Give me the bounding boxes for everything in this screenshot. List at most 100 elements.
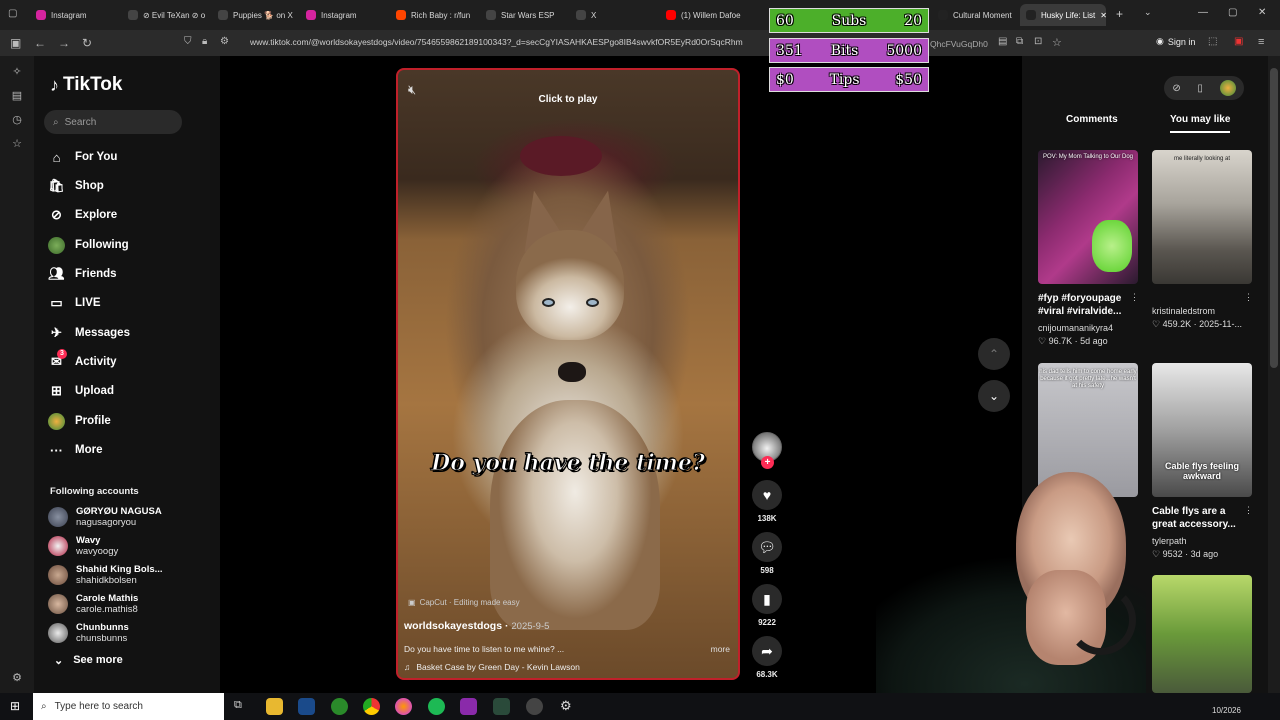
xbox-icon[interactable] bbox=[331, 698, 348, 715]
sidebar-toggle-icon[interactable]: ▣ bbox=[10, 36, 21, 50]
video-thumbnail[interactable]: me literally looking at bbox=[1152, 150, 1252, 284]
nav-messages[interactable]: ✈︎ Messages bbox=[48, 321, 130, 345]
shield-icon[interactable]: ⛉ bbox=[184, 36, 192, 47]
see-more-button[interactable]: ⌄ See more bbox=[54, 654, 123, 667]
following-account[interactable]: Chunbunns chunsbunns bbox=[48, 622, 129, 644]
follow-plus-button[interactable]: + bbox=[761, 456, 774, 469]
tab-comments[interactable]: Comments bbox=[1066, 114, 1118, 125]
task-view-icon[interactable]: ⧉ bbox=[234, 699, 242, 712]
next-video-button[interactable]: ⌄ bbox=[978, 380, 1010, 412]
video-title[interactable]: Cable flys are a great accessory... bbox=[1152, 505, 1246, 531]
share-icon[interactable]: ➦ bbox=[752, 636, 782, 666]
browser-tab[interactable]: X bbox=[570, 4, 658, 26]
video-thumbnail[interactable]: POV: My Mom Talking to Our Dog bbox=[1038, 150, 1138, 284]
comment-action[interactable]: 💬︎ 598 bbox=[752, 532, 782, 575]
terminal-icon[interactable] bbox=[493, 698, 510, 715]
video-user[interactable]: kristinaledstrom bbox=[1152, 306, 1215, 316]
browser-tab[interactable]: Rich Baby : r/fun bbox=[390, 4, 478, 26]
browser-tab[interactable]: Puppies 🐕 on X bbox=[212, 4, 300, 26]
settings-gear-icon[interactable]: ⚙ bbox=[560, 698, 572, 714]
steam-icon[interactable] bbox=[298, 698, 315, 715]
kebab-menu-icon[interactable]: ⋮ bbox=[1244, 505, 1253, 516]
share-action[interactable]: ➦ 68.3K bbox=[752, 636, 782, 679]
lock-icon[interactable]: 🔒︎ bbox=[202, 36, 207, 47]
chrome-icon[interactable] bbox=[363, 698, 380, 715]
close-tab-icon[interactable]: ✕ bbox=[1100, 11, 1106, 20]
video-author[interactable]: worldsokayestdogs · 2025-9-5 bbox=[404, 620, 549, 632]
nav-shop[interactable]: 🛍︎ Shop bbox=[48, 174, 104, 198]
back-icon[interactable]: ← bbox=[34, 36, 46, 50]
video-title[interactable]: #fyp #foryoupage #viral #viralvide... bbox=[1038, 292, 1132, 318]
nav-live[interactable]: ▭ LIVE bbox=[48, 291, 100, 315]
firefox-icon[interactable] bbox=[395, 698, 412, 715]
browser-tab[interactable]: Instagram bbox=[300, 4, 388, 26]
coins-icon[interactable]: ⊘ bbox=[1172, 83, 1180, 94]
close-window-icon[interactable]: ✕ bbox=[1258, 7, 1266, 18]
nzxt-icon[interactable] bbox=[460, 698, 477, 715]
following-account[interactable]: Wavy wavyoogy bbox=[48, 535, 118, 557]
previous-video-button[interactable]: ⌃ bbox=[978, 338, 1010, 370]
video-user[interactable]: tylerpath bbox=[1152, 536, 1187, 546]
capcut-tag[interactable]: ▣ CapCut · Editing made easy bbox=[408, 598, 520, 607]
extensions-icon[interactable]: ⬚ bbox=[1208, 36, 1217, 47]
search-input[interactable]: ⌕ Search bbox=[44, 110, 182, 134]
pip-icon[interactable]: ⧉ bbox=[1016, 36, 1023, 47]
device-icon[interactable]: ▯ bbox=[1197, 83, 1203, 94]
refresh-icon[interactable]: ↻ bbox=[82, 36, 92, 50]
following-account[interactable]: Shahid King Bols... shahidkbolsen bbox=[48, 564, 163, 586]
browser-tab[interactable]: ⊘ Evil TeXan ⊘ o bbox=[122, 4, 212, 26]
browser-tab[interactable]: Star Wars ESP bbox=[480, 4, 568, 26]
bookmark-star-icon[interactable]: ☆ bbox=[1052, 36, 1062, 49]
like-action[interactable]: ♥ 138K bbox=[752, 480, 782, 523]
bookmark-icon[interactable]: ▮ bbox=[752, 584, 782, 614]
more-link[interactable]: more bbox=[711, 644, 730, 654]
collections-icon[interactable]: ▤ bbox=[11, 90, 23, 102]
click-to-play[interactable]: Click to play bbox=[398, 94, 738, 105]
maximize-icon[interactable]: ▢ bbox=[1228, 7, 1237, 18]
heart-icon[interactable]: ♥ bbox=[752, 480, 782, 510]
ai-sparkle-icon[interactable]: ✧ bbox=[11, 66, 23, 78]
side-settings-icon[interactable]: ⚙ bbox=[11, 672, 23, 684]
tab-actions-icon[interactable]: ▢ bbox=[8, 8, 17, 19]
tab-list-icon[interactable]: ⌄ bbox=[1144, 7, 1152, 18]
new-tab-icon[interactable]: + bbox=[1116, 7, 1123, 21]
browser-tab[interactable]: Cultural Moment bbox=[932, 4, 1020, 26]
forward-icon[interactable]: → bbox=[58, 36, 70, 50]
nav-for-you[interactable]: ⌂ For You bbox=[48, 145, 118, 169]
nav-more[interactable]: ··· More bbox=[48, 438, 102, 462]
nav-activity[interactable]: ✉︎ 3 Activity bbox=[48, 348, 117, 374]
nav-following[interactable]: Following bbox=[48, 233, 129, 257]
sign-in-button[interactable]: ◉ Sign in bbox=[1156, 36, 1195, 47]
video-user[interactable]: cnijoumananikyra4 bbox=[1038, 323, 1113, 333]
video-music[interactable]: ♫ Basket Case by Green Day - Kevin Lawson bbox=[404, 662, 580, 672]
user-avatar[interactable] bbox=[1219, 80, 1236, 96]
windows-start-icon[interactable]: ⊞ bbox=[10, 699, 20, 713]
nav-profile[interactable]: Profile bbox=[48, 409, 111, 433]
video-thumbnail[interactable]: Cable flys feeling awkward bbox=[1152, 363, 1252, 497]
comment-icon[interactable]: 💬︎ bbox=[752, 532, 782, 562]
nav-friends[interactable]: 👥︎ Friends bbox=[48, 262, 116, 286]
browser-tab[interactable]: (1) Willem Dafoe bbox=[660, 4, 760, 26]
browser-tab[interactable]: Instagram bbox=[30, 4, 122, 26]
tab-you-may-like[interactable]: You may like bbox=[1170, 114, 1231, 133]
video-player[interactable]: 🔇︎ Click to play Do you have the time? ▣… bbox=[396, 68, 740, 680]
file-explorer-icon[interactable] bbox=[266, 698, 283, 715]
obs-icon[interactable] bbox=[526, 698, 543, 715]
tiktok-logo[interactable]: ♪ TikTok bbox=[50, 74, 122, 96]
nav-upload[interactable]: ⊞ Upload bbox=[48, 379, 114, 403]
video-thumbnail[interactable] bbox=[1152, 575, 1252, 693]
taskbar-search-input[interactable]: ⌕ Type here to search bbox=[33, 693, 224, 720]
extension-red-icon[interactable]: ▣ bbox=[1234, 36, 1243, 47]
following-account[interactable]: GØRYØU NAGUSA nagusagoryou bbox=[48, 506, 162, 528]
screenshot-icon[interactable]: ⊡ bbox=[1034, 36, 1042, 47]
history-icon[interactable]: ◷ bbox=[11, 114, 23, 126]
browser-tab-active[interactable]: Husky Life: List ✕ bbox=[1020, 4, 1106, 26]
minimize-icon[interactable]: — bbox=[1198, 7, 1208, 18]
reader-icon[interactable]: ▤ bbox=[998, 36, 1007, 47]
spotify-icon[interactable] bbox=[428, 698, 445, 715]
scrollbar-thumb[interactable] bbox=[1270, 68, 1278, 368]
kebab-menu-icon[interactable]: ⋮ bbox=[1130, 292, 1139, 303]
following-account[interactable]: Carole Mathis carole.mathis8 bbox=[48, 593, 138, 615]
page-scrollbar[interactable] bbox=[1268, 56, 1280, 693]
nav-explore[interactable]: ⊘ Explore bbox=[48, 203, 117, 227]
